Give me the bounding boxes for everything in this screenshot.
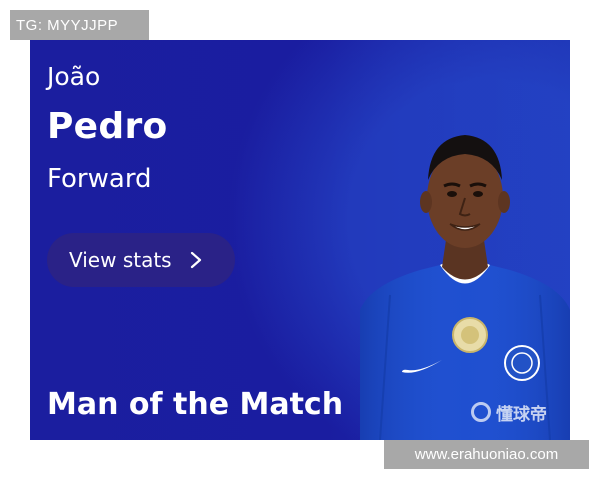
watermark-logo: 懂球帝 [471, 400, 547, 425]
view-stats-label: View stats [69, 248, 172, 272]
player-position: Forward [47, 164, 152, 194]
player-photo [360, 135, 570, 440]
url-watermark: www.erahuoniao.com [384, 440, 589, 469]
man-of-the-match-card: João Pedro Forward View stats Man of the… [30, 40, 570, 440]
tg-watermark: TG: MYYJJPP [10, 10, 149, 40]
player-last-name: Pedro [47, 106, 168, 147]
player-first-name: João [47, 62, 101, 91]
watermark-text: 懂球帝 [496, 404, 547, 425]
man-of-the-match-title: Man of the Match [47, 387, 344, 422]
dongqiudi-logo-icon [471, 402, 491, 422]
view-stats-button[interactable]: View stats [47, 233, 235, 287]
chevron-right-icon [190, 251, 201, 269]
